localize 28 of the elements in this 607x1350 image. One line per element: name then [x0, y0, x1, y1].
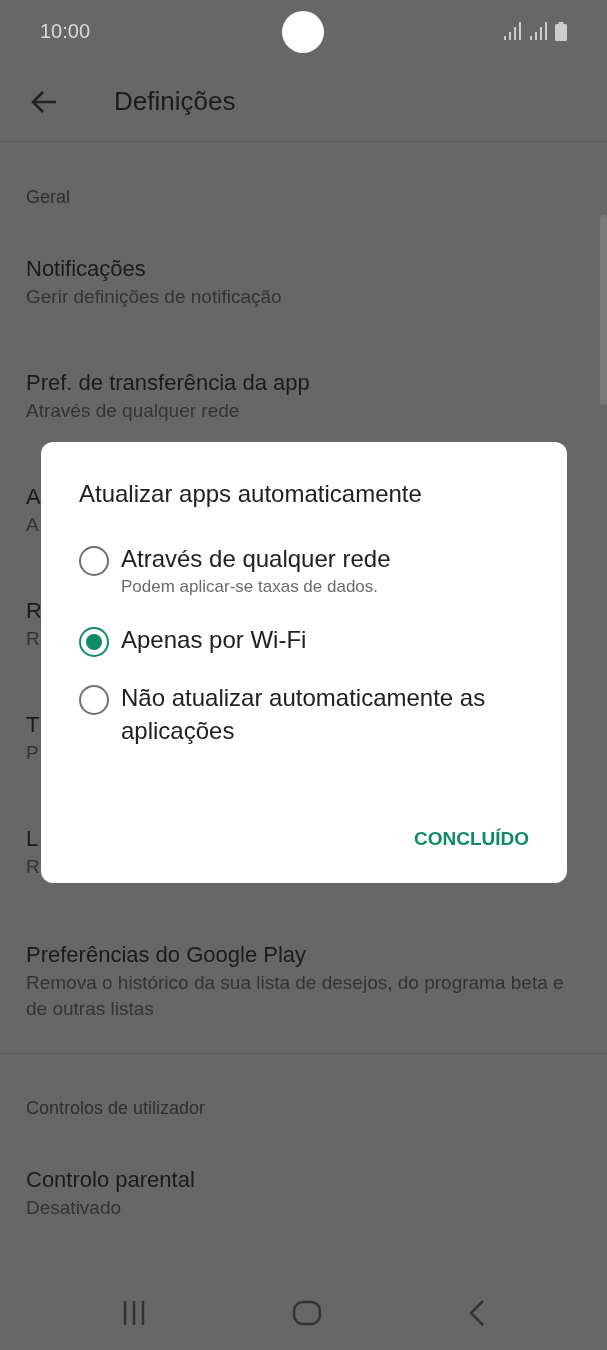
radio-button[interactable] [79, 627, 109, 657]
back-icon[interactable] [468, 1300, 487, 1326]
page-title: Definições [114, 85, 236, 118]
camera-hole [282, 11, 324, 53]
signal-icon [529, 22, 547, 40]
setting-title[interactable]: Controlo parental [26, 1165, 195, 1195]
option-label[interactable]: Não atualizar automaticamente as aplicações [121, 681, 529, 747]
setting-title[interactable]: Pref. de transferência da app [26, 368, 310, 398]
done-button[interactable]: CONCLUÍDO [413, 818, 529, 859]
setting-title[interactable]: L [26, 824, 39, 854]
setting-title[interactable]: Notificações [26, 254, 146, 284]
dialog-title: Atualizar apps automaticamente [79, 479, 423, 509]
signal-icon [503, 22, 521, 40]
battery-icon [555, 21, 567, 41]
home-icon[interactable] [292, 1300, 323, 1326]
back-icon[interactable] [30, 89, 58, 114]
status-time: 10:00 [40, 19, 91, 44]
radio-button[interactable] [79, 685, 109, 715]
section-heading: Controlos de utilizador [26, 1097, 206, 1120]
option-hint: Podem aplicar-se taxas de dados. [121, 576, 380, 598]
option-label[interactable]: Apenas por Wi-Fi [121, 623, 307, 656]
setting-title[interactable]: A [26, 482, 41, 512]
option-label[interactable]: Através de qualquer rede [121, 542, 391, 575]
section-heading: Geral [26, 186, 70, 209]
radio-button[interactable] [79, 546, 109, 576]
setting-title[interactable]: T [26, 710, 40, 740]
setting-title[interactable]: R [26, 596, 42, 626]
setting-title[interactable]: Preferências do Google Play [26, 940, 307, 970]
